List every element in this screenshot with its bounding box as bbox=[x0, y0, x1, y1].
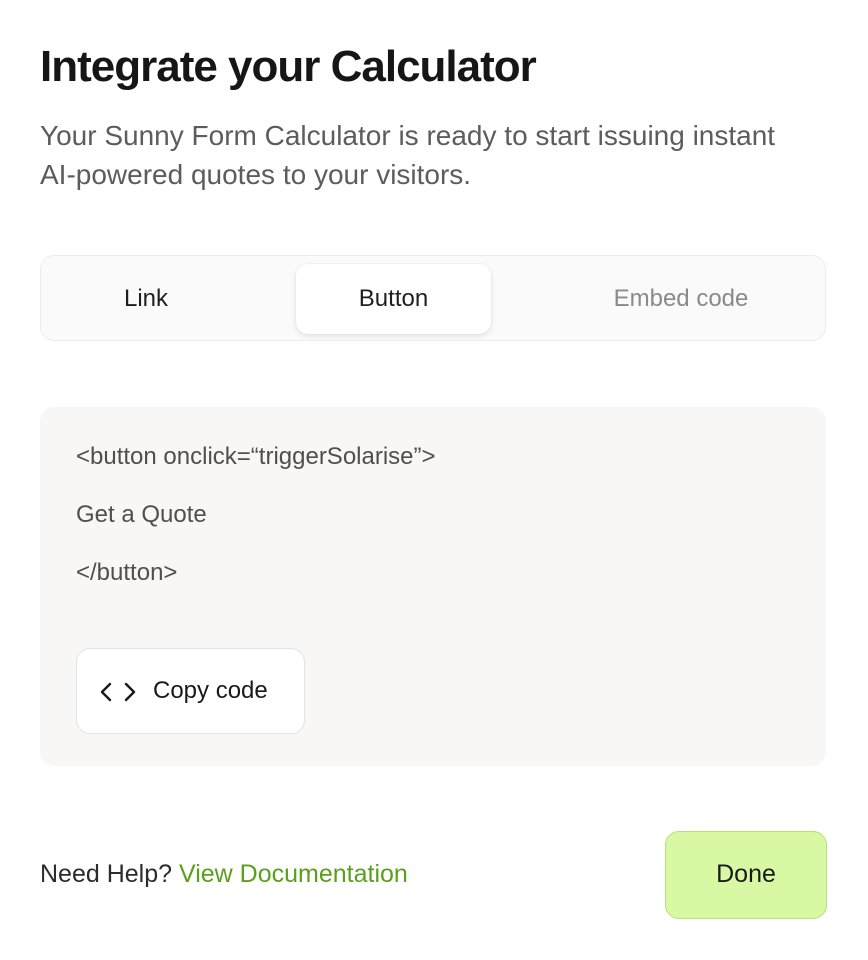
integrate-dialog: Integrate your Calculator Your Sunny For… bbox=[0, 0, 868, 960]
dialog-subtitle: Your Sunny Form Calculator is ready to s… bbox=[40, 120, 776, 190]
code-line-close-tag: </button> bbox=[76, 559, 178, 586]
done-button[interactable]: Done bbox=[665, 831, 827, 919]
dialog-title: Integrate your Calculator bbox=[40, 42, 537, 91]
help-text: Need Help? View Documentation bbox=[40, 860, 408, 889]
code-line-content: Get a Quote bbox=[76, 501, 207, 528]
view-documentation-link[interactable]: View Documentation bbox=[179, 860, 408, 888]
tab-button[interactable]: Button bbox=[296, 264, 491, 334]
integration-tabs: Link Button Embed code bbox=[40, 255, 826, 341]
copy-code-label: Copy code bbox=[153, 677, 268, 704]
help-prefix: Need Help? bbox=[40, 860, 173, 888]
code-line-open-tag: <button onclick=“triggerSolarise”> bbox=[76, 443, 436, 470]
tab-embed-code[interactable]: Embed code bbox=[561, 264, 801, 334]
tab-link[interactable]: Link bbox=[51, 264, 241, 334]
code-snippet-panel: <button onclick=“triggerSolarise”> Get a… bbox=[40, 407, 826, 766]
code-brackets-icon bbox=[100, 682, 136, 702]
copy-code-button[interactable]: Copy code bbox=[76, 648, 305, 734]
